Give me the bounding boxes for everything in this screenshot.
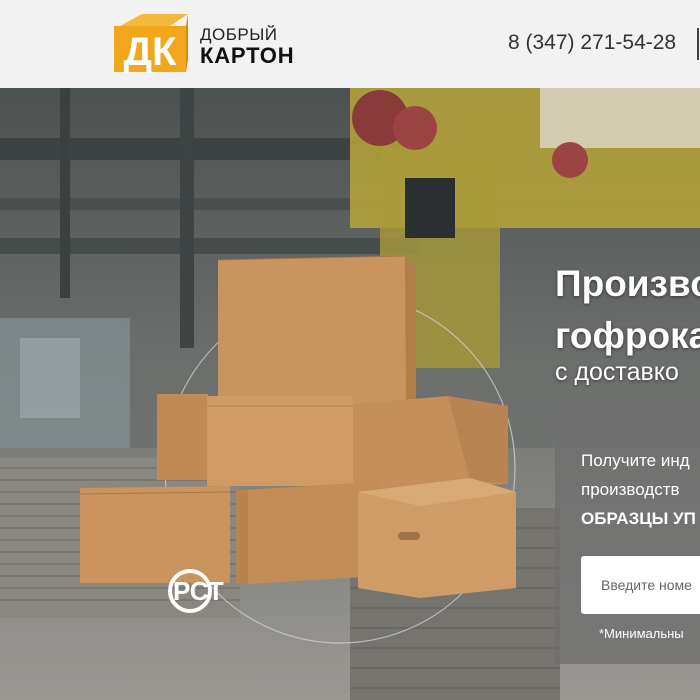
header-divider: [697, 28, 699, 60]
logo-text-top: ДОБРЫЙ: [200, 25, 278, 44]
lead-form-note: *Минимальны: [599, 626, 684, 641]
phone-number-input[interactable]: [581, 556, 700, 614]
header-phone-link[interactable]: 8 (347) 271-54-28: [508, 31, 676, 55]
hero-title: Произво гофрока: [555, 258, 700, 362]
lead-form-text-line-2: производств: [581, 480, 680, 499]
hero-subtitle: с доставко: [555, 358, 679, 386]
logo[interactable]: ДК ДОБРЫЙ КАРТОН: [112, 12, 322, 76]
hero-title-line-1: Произво: [555, 263, 700, 304]
site-header: ДК ДОБРЫЙ КАРТОН 8 (347) 271-54-28: [0, 0, 700, 88]
logo-text-bottom: КАРТОН: [200, 43, 295, 68]
lead-form-text: Получите инд производств ОБРАЗЦЫ УП: [581, 446, 696, 533]
hero-title-line-2: гофрока: [555, 315, 700, 356]
logo-monogram: ДК: [124, 30, 177, 74]
lead-form-text-line-3: ОБРАЗЦЫ УП: [581, 509, 696, 528]
svg-text:РСТ: РСТ: [173, 576, 224, 606]
gost-certification-icon: РСТ: [168, 569, 224, 613]
hero-section: РСТ Произво гофрока с доставко Получите …: [0, 88, 700, 700]
lead-form-panel: Получите инд производств ОБРАЗЦЫ УП *Мин…: [555, 414, 700, 664]
logo-box-icon: ДК: [114, 14, 188, 74]
lead-form-text-line-1: Получите инд: [581, 451, 690, 470]
